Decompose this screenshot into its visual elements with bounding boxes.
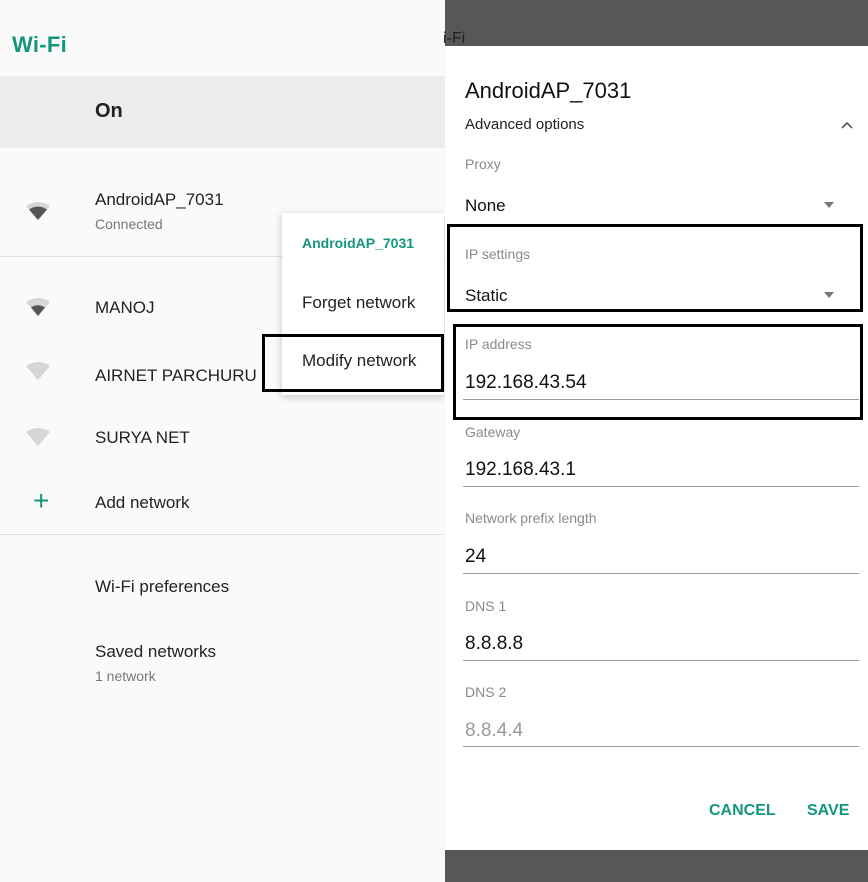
dns2-input[interactable]: 8.8.4.4: [465, 720, 523, 742]
dropdown-caret-icon: [824, 202, 834, 208]
dim-overlay-bottom: [445, 850, 868, 882]
plus-icon: +: [33, 485, 50, 516]
context-menu-title: AndroidAP_7031: [302, 235, 415, 251]
divider: [0, 534, 445, 535]
wifi-signal-icon: [26, 428, 50, 446]
network-name: AIRNET PARCHURU: [95, 366, 257, 385]
chevron-up-icon: [841, 121, 853, 129]
wifi-toggle-row[interactable]: On: [0, 76, 445, 148]
proxy-value: None: [465, 196, 506, 215]
gateway-label: Gateway: [465, 424, 521, 440]
wifi-preferences-item[interactable]: Wi-Fi preferences: [95, 577, 229, 597]
dns2-label: DNS 2: [465, 684, 507, 700]
ip-settings-highlight: [447, 224, 863, 312]
saved-networks-label: Saved networks: [95, 642, 216, 661]
modify-network-dialog: i-Fi AndroidAP_7031 Advanced options Pro…: [443, 0, 868, 882]
prefix-length-input[interactable]: 24: [465, 546, 486, 568]
gateway-input[interactable]: 192.168.43.1: [465, 459, 576, 481]
dim-overlay-top: i-Fi: [443, 0, 868, 46]
network-status: Connected: [95, 216, 163, 232]
wifi-signal-icon: [26, 362, 50, 380]
dns1-underline: [463, 660, 859, 661]
ip-address-highlight: [453, 324, 863, 420]
network-name: SURYA NET: [95, 428, 190, 447]
wifi-signal-icon: [26, 202, 50, 220]
dns2-underline: [463, 746, 859, 747]
gateway-underline: [463, 486, 859, 487]
wifi-toggle-label: On: [95, 100, 123, 122]
wifi-signal-icon: [26, 298, 50, 316]
save-button[interactable]: SAVE: [807, 802, 849, 820]
modify-network-highlight: [262, 334, 444, 392]
wifi-settings-panel: Wi-Fi On AndroidAP_7031 Connected MANOJ …: [0, 0, 445, 882]
prefix-length-underline: [463, 573, 859, 574]
background-title-peek: i-Fi: [443, 30, 466, 46]
dns1-label: DNS 1: [465, 598, 507, 614]
proxy-label: Proxy: [465, 156, 501, 172]
network-name: MANOJ: [95, 298, 155, 317]
prefix-length-label: Network prefix length: [465, 510, 597, 526]
cancel-button[interactable]: CANCEL: [709, 802, 776, 820]
network-name: AndroidAP_7031: [95, 190, 224, 209]
wifi-title: Wi-Fi: [12, 32, 68, 57]
add-network-label: Add network: [95, 493, 190, 512]
advanced-options-label: Advanced options: [465, 116, 585, 133]
dialog-title: AndroidAP_7031: [465, 78, 632, 103]
dns1-input[interactable]: 8.8.8.8: [465, 633, 523, 655]
saved-networks-count: 1 network: [95, 668, 156, 684]
forget-network-menu-item[interactable]: Forget network: [302, 293, 415, 313]
